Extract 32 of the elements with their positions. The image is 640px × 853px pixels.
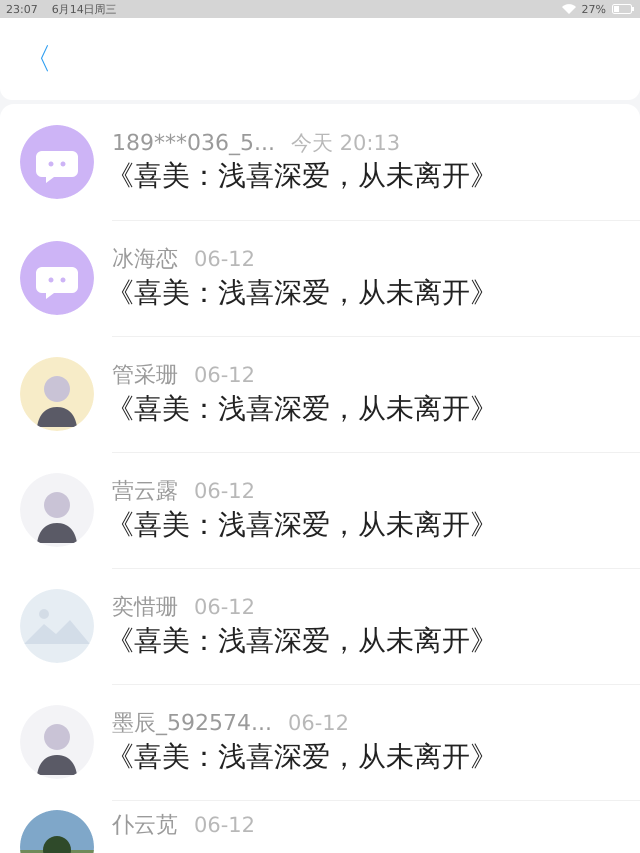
message-time: 06-12 [194,813,256,837]
battery-icon [612,4,634,14]
sender-name: 仆云苋 [112,812,178,840]
chat-bubble-icon [36,267,78,299]
message-text: 《喜美：浅喜深爱，从未离开》 [106,274,499,310]
sender-name: 奕惜珊 [112,594,178,622]
sender-name: 墨辰_592574... [112,710,272,738]
sender-name: 189***036_5... [112,130,275,156]
message-text: 《喜美：浅喜深爱，从未离开》 [106,506,499,542]
image-placeholder-icon [24,609,90,644]
sender-name: 冰海恋 [112,246,178,274]
status-date: 6月14日周三 [52,2,117,16]
message-text: 《喜美：浅喜深爱，从未离开》 [106,390,499,426]
message-time: 06-12 [194,594,256,618]
message-text: 《喜美：浅喜深爱，从未离开》 [106,738,499,774]
message-text: 《喜美：浅喜深爱，从未离开》 [106,622,499,658]
message-text: 《喜美：浅喜深爱，从未离开》 [106,158,499,194]
sender-name: 管采珊 [112,362,178,390]
person-figure [37,376,77,427]
message-time: 06-12 [194,362,256,386]
message-time: 06-12 [194,478,256,502]
person-figure [37,492,77,543]
wifi-icon [562,4,576,14]
message-time: 06-12 [194,246,256,270]
message-time: 06-12 [288,710,349,734]
chat-bubble-icon [36,151,78,183]
sender-name: 营云露 [112,478,178,506]
status-time: 23:07 [6,2,38,16]
back-button[interactable]: 〈 [22,38,52,80]
battery-percent: 27% [582,2,606,16]
message-time: 今天 20:13 [290,130,400,156]
person-figure [37,724,77,775]
